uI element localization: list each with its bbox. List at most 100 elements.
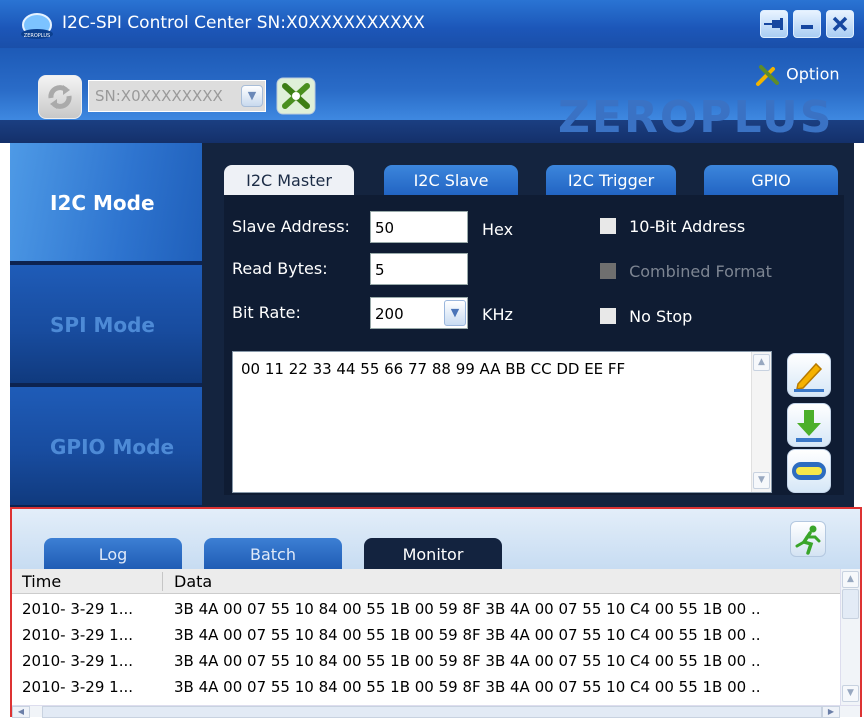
close-icon bbox=[832, 16, 848, 32]
tab-monitor[interactable]: Monitor bbox=[364, 538, 502, 570]
sidebar-item-label: I2C Mode bbox=[50, 191, 155, 215]
running-man-icon bbox=[795, 525, 821, 555]
tab-label: Log bbox=[98, 545, 128, 564]
tab-gpio[interactable]: GPIO bbox=[704, 165, 838, 195]
column-divider[interactable] bbox=[162, 572, 163, 591]
tab-label: Monitor bbox=[402, 545, 464, 564]
scroll-up-icon[interactable]: ▲ bbox=[842, 571, 859, 588]
option-button[interactable]: Option bbox=[755, 63, 840, 87]
slave-address-input[interactable]: 50 bbox=[370, 211, 468, 243]
serial-number-value: SN:X0XXXXXXXX bbox=[95, 87, 223, 105]
checkbox-label: Combined Format bbox=[629, 262, 772, 281]
sidebar-item-spi-mode[interactable]: SPI Mode bbox=[10, 265, 202, 383]
data-textarea[interactable]: 00 11 22 33 44 55 66 77 88 99 AA BB CC D… bbox=[232, 351, 772, 493]
tab-label: Batch bbox=[250, 545, 296, 564]
slave-address-value: 50 bbox=[375, 219, 395, 237]
option-label: Option bbox=[786, 64, 840, 84]
brand-logo-text: ZEROPLUS bbox=[558, 92, 834, 143]
tab-batch[interactable]: Batch bbox=[204, 538, 342, 570]
mode-sidebar: I2C Mode SPI Mode GPIO Mode bbox=[10, 143, 202, 507]
scroll-thumb[interactable] bbox=[42, 706, 822, 718]
chevron-down-icon[interactable]: ▼ bbox=[241, 85, 263, 107]
table-row[interactable]: 2010- 3-29 1... 3B 4A 00 07 55 10 84 00 … bbox=[12, 625, 840, 645]
column-header-data[interactable]: Data bbox=[174, 572, 212, 591]
table-row[interactable]: 2010- 3-29 1... 3B 4A 00 07 55 10 84 00 … bbox=[12, 599, 840, 619]
checkbox-label: No Stop bbox=[629, 307, 693, 326]
stop-bar-icon bbox=[792, 462, 826, 480]
table-horizontal-scrollbar[interactable]: ◀ ▶ bbox=[12, 705, 860, 718]
no-stop-checkbox[interactable]: No Stop bbox=[600, 307, 692, 326]
table-header: Time Data bbox=[12, 569, 840, 594]
row-time: 2010- 3-29 1... bbox=[22, 678, 134, 696]
read-bytes-input[interactable]: 5 bbox=[370, 253, 468, 285]
minimize-icon bbox=[801, 25, 813, 29]
run-button[interactable] bbox=[790, 521, 826, 557]
row-time: 2010- 3-29 1... bbox=[22, 600, 134, 618]
bottom-tab-bar: Log Batch Monitor bbox=[12, 509, 860, 570]
row-data: 3B 4A 00 07 55 10 84 00 55 1B 00 59 8F 3… bbox=[174, 600, 761, 618]
row-time: 2010- 3-29 1... bbox=[22, 626, 134, 644]
checkbox-box[interactable] bbox=[600, 308, 616, 324]
slave-address-unit: Hex bbox=[482, 220, 514, 239]
scroll-up-icon[interactable]: ▲ bbox=[753, 354, 770, 371]
checkbox-box[interactable] bbox=[600, 218, 616, 234]
bit-rate-value: 200 bbox=[375, 305, 404, 323]
chevron-down-icon[interactable]: ▼ bbox=[444, 300, 466, 326]
tab-log[interactable]: Log bbox=[44, 538, 182, 570]
sidebar-item-label: SPI Mode bbox=[50, 313, 155, 337]
disconnect-button[interactable] bbox=[275, 76, 317, 116]
bit-rate-label: Bit Rate: bbox=[232, 303, 301, 322]
write-button[interactable] bbox=[787, 353, 831, 397]
refresh-icon bbox=[48, 85, 72, 109]
read-button[interactable] bbox=[787, 403, 831, 447]
checkbox-box bbox=[600, 263, 616, 279]
row-time: 2010- 3-29 1... bbox=[22, 652, 134, 670]
sidebar-item-i2c-mode[interactable]: I2C Mode bbox=[10, 143, 202, 261]
sidebar-item-label: GPIO Mode bbox=[50, 435, 175, 459]
sidebar-item-gpio-mode[interactable]: GPIO Mode bbox=[10, 387, 202, 505]
title-bar: ZEROPLUS I2C-SPI Control Center SN:X0XXX… bbox=[0, 0, 864, 48]
scroll-thumb[interactable] bbox=[842, 589, 859, 619]
scroll-down-icon[interactable]: ▼ bbox=[753, 472, 770, 489]
textarea-scrollbar[interactable]: ▲ ▼ bbox=[751, 352, 771, 492]
disconnect-icon bbox=[276, 77, 316, 115]
refresh-button[interactable] bbox=[38, 75, 82, 119]
row-data: 3B 4A 00 07 55 10 84 00 55 1B 00 59 8F 3… bbox=[174, 678, 761, 696]
serial-number-select[interactable]: SN:X0XXXXXXXX ▼ bbox=[88, 80, 266, 112]
bit-rate-select[interactable]: 200 ▼ bbox=[370, 297, 468, 329]
stop-button[interactable] bbox=[787, 449, 831, 493]
combined-format-checkbox: Combined Format bbox=[600, 262, 772, 281]
row-data: 3B 4A 00 07 55 10 84 00 55 1B 00 59 8F 3… bbox=[174, 626, 761, 644]
main-panel: I2C Master I2C Slave I2C Trigger GPIO Sl… bbox=[202, 143, 854, 507]
tab-i2c-trigger[interactable]: I2C Trigger bbox=[546, 165, 676, 195]
checkbox-label: 10-Bit Address bbox=[629, 217, 746, 236]
data-text-value: 00 11 22 33 44 55 66 77 88 99 AA BB CC D… bbox=[241, 360, 626, 378]
minimize-button[interactable] bbox=[793, 10, 821, 38]
scroll-left-icon[interactable]: ◀ bbox=[12, 706, 30, 718]
close-button[interactable] bbox=[826, 10, 854, 38]
table-row[interactable]: 2010- 3-29 1... 3B 4A 00 07 55 10 84 00 … bbox=[12, 651, 840, 671]
window-title: I2C-SPI Control Center SN:X0XXXXXXXXXX bbox=[62, 13, 425, 33]
row-data: 3B 4A 00 07 55 10 84 00 55 1B 00 59 8F 3… bbox=[174, 652, 761, 670]
tab-label: I2C Slave bbox=[413, 171, 489, 190]
scroll-right-icon[interactable]: ▶ bbox=[822, 706, 840, 718]
column-header-time[interactable]: Time bbox=[22, 572, 61, 591]
tools-icon bbox=[756, 65, 779, 86]
table-vertical-scrollbar[interactable]: ▲ ▼ bbox=[840, 569, 860, 705]
svg-text:ZEROPLUS: ZEROPLUS bbox=[24, 33, 50, 39]
tab-label: I2C Trigger bbox=[567, 171, 655, 190]
ten-bit-address-checkbox[interactable]: 10-Bit Address bbox=[600, 217, 745, 236]
pencil-icon bbox=[794, 362, 824, 392]
scroll-down-icon[interactable]: ▼ bbox=[842, 685, 859, 702]
tab-label: GPIO bbox=[751, 171, 791, 190]
bottom-log-panel: Log Batch Monitor Time Data 2010- 3-29 1… bbox=[10, 507, 862, 718]
pin-icon bbox=[764, 18, 783, 30]
app-logo-icon: ZEROPLUS bbox=[21, 13, 53, 39]
tab-label: I2C Master bbox=[246, 171, 332, 190]
read-bytes-label: Read Bytes: bbox=[232, 259, 328, 278]
tab-i2c-slave[interactable]: I2C Slave bbox=[384, 165, 518, 195]
slave-address-label: Slave Address: bbox=[232, 217, 350, 236]
pin-button[interactable] bbox=[760, 10, 788, 38]
table-row[interactable]: 2010- 3-29 1... 3B 4A 00 07 55 10 84 00 … bbox=[12, 677, 840, 697]
tab-i2c-master[interactable]: I2C Master bbox=[224, 165, 354, 195]
